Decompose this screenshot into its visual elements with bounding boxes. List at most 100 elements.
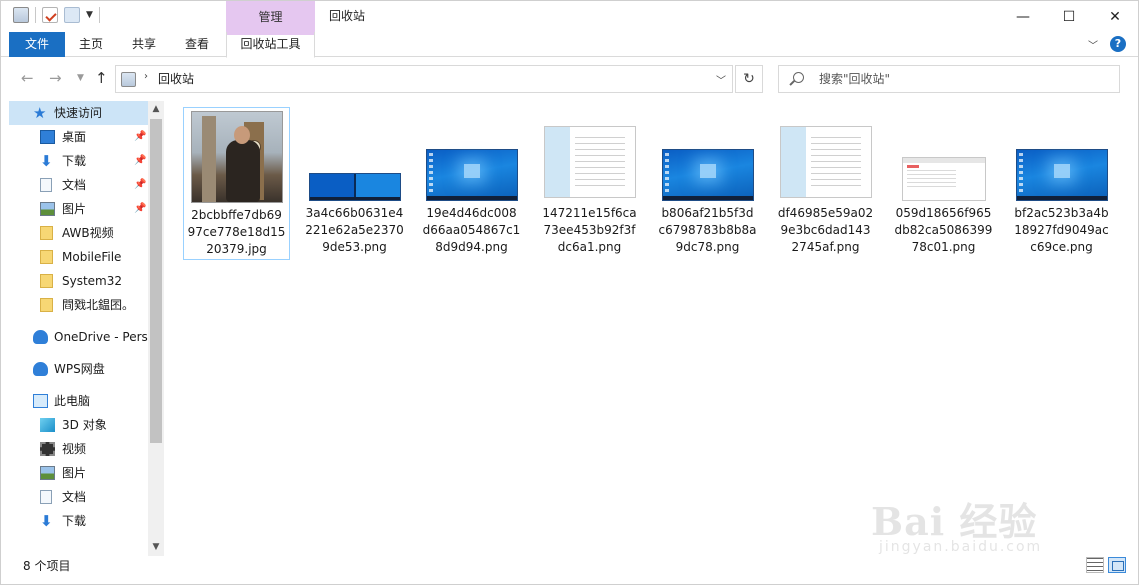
file-name-line: db82ca5086399 bbox=[894, 223, 993, 237]
file-item[interactable]: 3a4c66b0631e4 221e62a5e2370 9de53.png bbox=[301, 107, 408, 256]
breadcrumb-chevron-icon[interactable]: › bbox=[144, 71, 148, 82]
sidebar-item-awb-video[interactable]: AWB视频 bbox=[9, 221, 148, 245]
file-name-line: 9e3bc6dad143 bbox=[780, 223, 871, 237]
refresh-button[interactable]: ↻ bbox=[735, 65, 763, 93]
file-name[interactable]: 19e4d46dc008 d66aa054867c1 8d9d94.png bbox=[418, 205, 525, 256]
file-name-line: 78c01.png bbox=[911, 240, 976, 254]
address-dropdown-chevron-icon[interactable]: ﹀ bbox=[716, 72, 726, 87]
sidebar-scrollbar[interactable]: ▲ ▼ bbox=[148, 101, 164, 556]
sidebar-item-onedrive[interactable]: OneDrive - Personal bbox=[9, 325, 148, 349]
file-item[interactable]: 19e4d46dc008 d66aa054867c1 8d9d94.png bbox=[418, 107, 525, 256]
recent-locations-chevron-icon[interactable]: ▼ bbox=[77, 73, 84, 83]
file-name-line: c69ce.png bbox=[1030, 240, 1093, 254]
file-name[interactable]: b806af21b5f3d c6798783b8b8a 9dc78.png bbox=[654, 205, 761, 256]
help-icon[interactable]: ? bbox=[1110, 36, 1126, 52]
scroll-down-chevron-icon[interactable]: ▼ bbox=[148, 539, 164, 556]
file-item[interactable]: 059d18656f965 db82ca5086399 78c01.png bbox=[890, 107, 997, 256]
sidebar-item-documents[interactable]: 文档 📌 bbox=[9, 173, 148, 197]
download-icon: ⬇ bbox=[40, 152, 53, 170]
sidebar-item-label: 此电脑 bbox=[54, 394, 91, 408]
tab-share[interactable]: 共享 bbox=[132, 32, 156, 57]
maximize-button[interactable]: ☐ bbox=[1046, 1, 1092, 32]
file-name[interactable]: 147211e15f6ca 73ee453b92f3f dc6a1.png bbox=[536, 205, 643, 256]
breadcrumb-current[interactable]: 回收站 bbox=[158, 66, 194, 92]
thumbnail-detail bbox=[1016, 196, 1107, 200]
document-icon bbox=[40, 490, 52, 504]
sidebar-item-downloads-pc[interactable]: ⬇ 下载 bbox=[9, 509, 148, 533]
window-title: 回收站 bbox=[329, 9, 366, 23]
sidebar-item-3d-objects[interactable]: 3D 对象 bbox=[9, 413, 148, 437]
navigation-tree: ★ 快速访问 桌面 📌 ⬇ 下载 📌 文档 📌 图片 📌 AWB视频 Mobil… bbox=[9, 101, 148, 533]
thumbnail-detail bbox=[428, 153, 433, 195]
scrollbar-thumb[interactable] bbox=[150, 119, 162, 443]
pin-icon[interactable]: 📌 bbox=[134, 125, 146, 149]
thumbnail-detail bbox=[1018, 153, 1023, 195]
thumbnail-detail bbox=[1053, 164, 1070, 178]
large-icons-view-icon[interactable] bbox=[1108, 557, 1126, 573]
file-item[interactable]: bf2ac523b3a4b 18927fd9049ac c69ce.png bbox=[1008, 107, 1115, 256]
tab-recycle-bin-tools[interactable]: 回收站工具 bbox=[226, 32, 315, 58]
tab-home[interactable]: 主页 bbox=[79, 32, 103, 57]
image-thumbnail bbox=[661, 149, 754, 201]
file-item[interactable]: df46985e59a02 9e3bc6dad143 2745af.png bbox=[772, 107, 879, 256]
file-name-line: 9de53.png bbox=[322, 240, 387, 254]
sidebar-item-pictures[interactable]: 图片 📌 bbox=[9, 197, 148, 221]
sidebar-item-videos[interactable]: 视频 bbox=[9, 437, 148, 461]
file-item[interactable]: 2bcbbffe7db69 97ce778e18d15 20379.jpg bbox=[183, 107, 290, 260]
back-arrow-icon[interactable]: ← bbox=[21, 69, 34, 87]
thumbnail-detail bbox=[544, 127, 570, 197]
sidebar-item-system32[interactable]: System32 bbox=[9, 269, 148, 293]
properties-icon[interactable] bbox=[42, 7, 58, 23]
new-folder-icon[interactable] bbox=[64, 7, 80, 23]
customize-toolbar-chevron-icon[interactable]: ▼ bbox=[86, 10, 93, 20]
sidebar-item-label: 文档 bbox=[62, 178, 87, 192]
sidebar-item-desktop[interactable]: 桌面 📌 bbox=[9, 125, 148, 149]
file-name[interactable]: bf2ac523b3a4b 18927fd9049ac c69ce.png bbox=[1008, 205, 1115, 256]
view-mode-buttons bbox=[1086, 557, 1126, 573]
onedrive-cloud-icon bbox=[33, 330, 48, 344]
sidebar-item-quick-access[interactable]: ★ 快速访问 bbox=[9, 101, 148, 125]
sidebar-item-downloads[interactable]: ⬇ 下载 📌 bbox=[9, 149, 148, 173]
address-bar[interactable]: › 回收站 ﹀ bbox=[115, 65, 733, 93]
pin-icon[interactable]: 📌 bbox=[134, 197, 146, 221]
sidebar-item-documents-pc[interactable]: 文档 bbox=[9, 485, 148, 509]
recycle-bin-icon bbox=[121, 72, 136, 87]
sidebar-item-mobilefile[interactable]: MobileFile bbox=[9, 245, 148, 269]
file-name-line: 20379.jpg bbox=[206, 242, 267, 256]
forward-arrow-icon[interactable]: → bbox=[49, 69, 62, 87]
file-name[interactable]: 3a4c66b0631e4 221e62a5e2370 9de53.png bbox=[301, 205, 408, 256]
file-name-line: 3a4c66b0631e4 bbox=[305, 206, 404, 220]
up-arrow-icon[interactable]: ↑ bbox=[95, 69, 108, 87]
tab-file[interactable]: 文件 bbox=[9, 32, 65, 57]
scroll-up-chevron-icon[interactable]: ▲ bbox=[148, 101, 164, 118]
file-name[interactable]: 059d18656f965 db82ca5086399 78c01.png bbox=[890, 205, 997, 256]
file-name-line: 2745af.png bbox=[791, 240, 860, 254]
file-item[interactable]: 147211e15f6ca 73ee453b92f3f dc6a1.png bbox=[536, 107, 643, 256]
search-input[interactable]: 搜索"回收站" bbox=[819, 66, 890, 92]
pin-icon[interactable]: 📌 bbox=[134, 173, 146, 197]
baidu-jingyan-watermark: Bai 经验 jingyan.baidu.com bbox=[871, 491, 1081, 561]
photo-detail bbox=[225, 140, 260, 202]
close-button[interactable]: ✕ bbox=[1092, 1, 1138, 32]
sidebar-item-this-pc[interactable]: 此电脑 bbox=[9, 389, 148, 413]
file-item[interactable]: b806af21b5f3d c6798783b8b8a 9dc78.png bbox=[654, 107, 761, 256]
sidebar-item-pictures-pc[interactable]: 图片 bbox=[9, 461, 148, 485]
pin-icon[interactable]: 📌 bbox=[134, 149, 146, 173]
sidebar-item-garbled-folder[interactable]: 閰戣北鎾囨。 bbox=[9, 293, 148, 317]
expand-ribbon-chevron-icon[interactable]: ﹀ bbox=[1088, 37, 1098, 52]
thumbnail-detail bbox=[906, 165, 919, 168]
file-name[interactable]: 2bcbbffe7db69 97ce778e18d15 20379.jpg bbox=[184, 207, 289, 258]
tab-view[interactable]: 查看 bbox=[185, 32, 209, 57]
search-box[interactable]: 搜索"回收站" bbox=[778, 65, 1120, 93]
desktop-icon bbox=[40, 130, 55, 144]
recycle-bin-icon[interactable] bbox=[13, 7, 29, 23]
window-controls: — ☐ ✕ bbox=[1000, 1, 1138, 32]
thumbnail-detail bbox=[780, 127, 806, 197]
sidebar-item-wps-cloud[interactable]: WPS网盘 bbox=[9, 357, 148, 381]
file-name[interactable]: df46985e59a02 9e3bc6dad143 2745af.png bbox=[772, 205, 879, 256]
details-view-icon[interactable] bbox=[1086, 557, 1104, 573]
image-thumbnail bbox=[190, 111, 283, 203]
minimize-button[interactable]: — bbox=[1000, 1, 1046, 32]
image-thumbnail bbox=[425, 149, 518, 201]
